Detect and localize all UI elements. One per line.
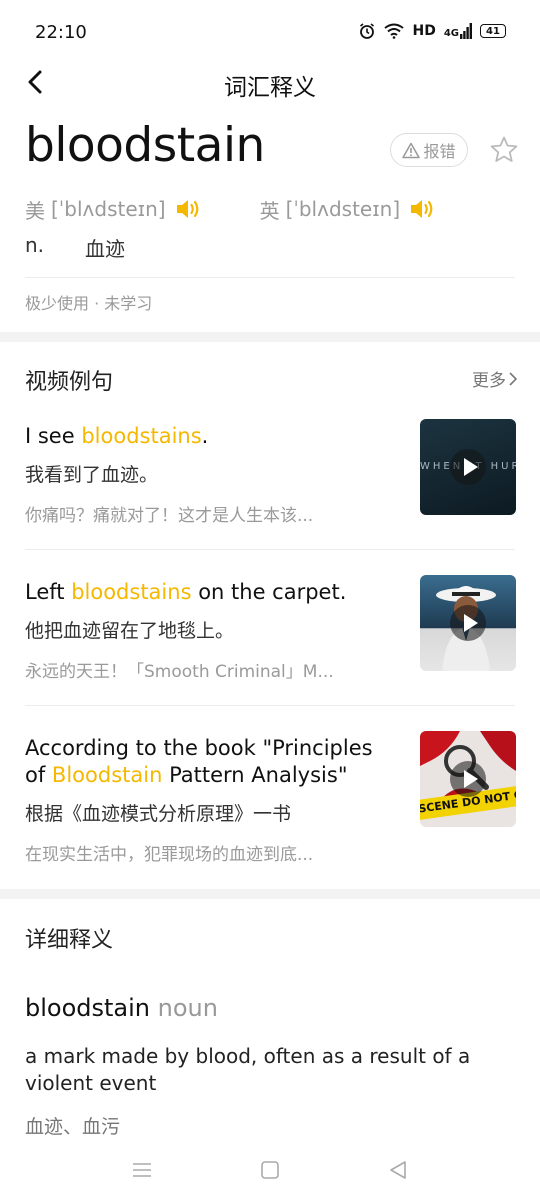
meaning: 血迹 <box>85 237 125 261</box>
report-label: 报错 <box>423 142 456 161</box>
example-source: 永远的天王！「Smooth Criminal」M... <box>25 662 334 682</box>
example-chinese: 他把血迹留在了地毯上。 <box>25 620 235 642</box>
example-english: I see bloodstains. <box>25 424 209 448</box>
more-examples-link[interactable]: 更多 <box>472 366 518 391</box>
detail-definition: a mark made by blood, often as a result … <box>25 1044 471 1095</box>
video-thumbnail-3[interactable]: SCENE DO NOT C <box>420 731 516 827</box>
headword: bloodstain <box>25 118 265 173</box>
detailed-definition-title: 详细释义 <box>25 928 114 953</box>
uk-label: 英 <box>259 198 280 223</box>
part-of-speech: n. <box>25 233 45 257</box>
us-speaker-icon[interactable] <box>174 196 202 222</box>
example-source: 你痛吗？痛就对了！这才是人生本该... <box>25 506 314 526</box>
wifi-icon <box>384 23 405 39</box>
uk-phonetic: [ˈblʌdsteɪn] <box>285 197 401 221</box>
chevron-right-icon <box>509 371 518 386</box>
play-icon <box>464 614 478 632</box>
play-icon <box>464 458 478 476</box>
section-separator <box>0 332 540 342</box>
alarm-icon <box>360 23 375 39</box>
example-english: Left bloodstains on the carpet. <box>25 580 347 604</box>
page-title: 词汇释义 <box>224 75 316 101</box>
status-time: 22:10 <box>35 22 87 43</box>
video-examples-title: 视频例句 <box>25 370 114 395</box>
network-type: 4G <box>443 28 459 39</box>
video-example-3[interactable]: According to the book "Principles of Bloo… <box>25 735 405 865</box>
divider <box>25 705 515 706</box>
video-thumbnail-1[interactable]: WHEN IT HURTS <box>420 419 516 515</box>
video-thumbnail-2[interactable] <box>420 575 516 671</box>
detail-headword: bloodstain noun <box>25 994 218 1022</box>
hd-indicator: HD <box>412 23 436 39</box>
top-nav: 词汇释义 <box>0 58 540 106</box>
warning-icon <box>402 142 421 158</box>
example-english: According to the book "Principles of Bloo… <box>25 736 373 787</box>
system-nav-bar <box>0 1150 540 1190</box>
status-icons: HD 4G 41 <box>358 22 506 40</box>
signal-icon: 4G <box>444 23 472 39</box>
us-phonetic: [ˈblʌdsteɪn] <box>51 197 166 221</box>
report-error-button[interactable]: 报错 <box>390 133 468 167</box>
menu-icon[interactable] <box>130 1158 154 1182</box>
video-example-1[interactable]: I see bloodstains. 我看到了血迹。 你痛吗？痛就对了！这才是人… <box>25 423 405 526</box>
example-chinese: 根据《血迹模式分析原理》一书 <box>25 803 292 825</box>
section-separator <box>0 889 540 899</box>
divider <box>25 549 515 550</box>
battery-icon: 41 <box>480 24 506 38</box>
phonetics-row: 美 [ˈblʌdsteɪn] 英 [ˈblʌdsteɪn] <box>25 192 436 226</box>
star-icon[interactable] <box>488 134 520 166</box>
uk-speaker-icon[interactable] <box>408 196 436 222</box>
video-example-2[interactable]: Left bloodstains on the carpet. 他把血迹留在了地… <box>25 579 405 682</box>
us-label: 美 <box>25 198 45 223</box>
example-chinese: 我看到了血迹。 <box>25 464 159 486</box>
more-label: 更多 <box>472 371 506 391</box>
back-icon[interactable] <box>386 1158 410 1182</box>
play-icon <box>464 770 478 788</box>
example-source: 在现实生活中，犯罪现场的血迹到底... <box>25 845 314 865</box>
home-icon[interactable] <box>258 1158 282 1182</box>
usage-frequency: 极少使用 · 未学习 <box>25 294 153 313</box>
detail-translation: 血迹、血污 <box>25 1116 121 1138</box>
divider <box>25 277 515 278</box>
status-bar: 22:10 HD 4G 41 <box>0 0 540 64</box>
basic-definition: n. 血迹 <box>25 233 125 262</box>
